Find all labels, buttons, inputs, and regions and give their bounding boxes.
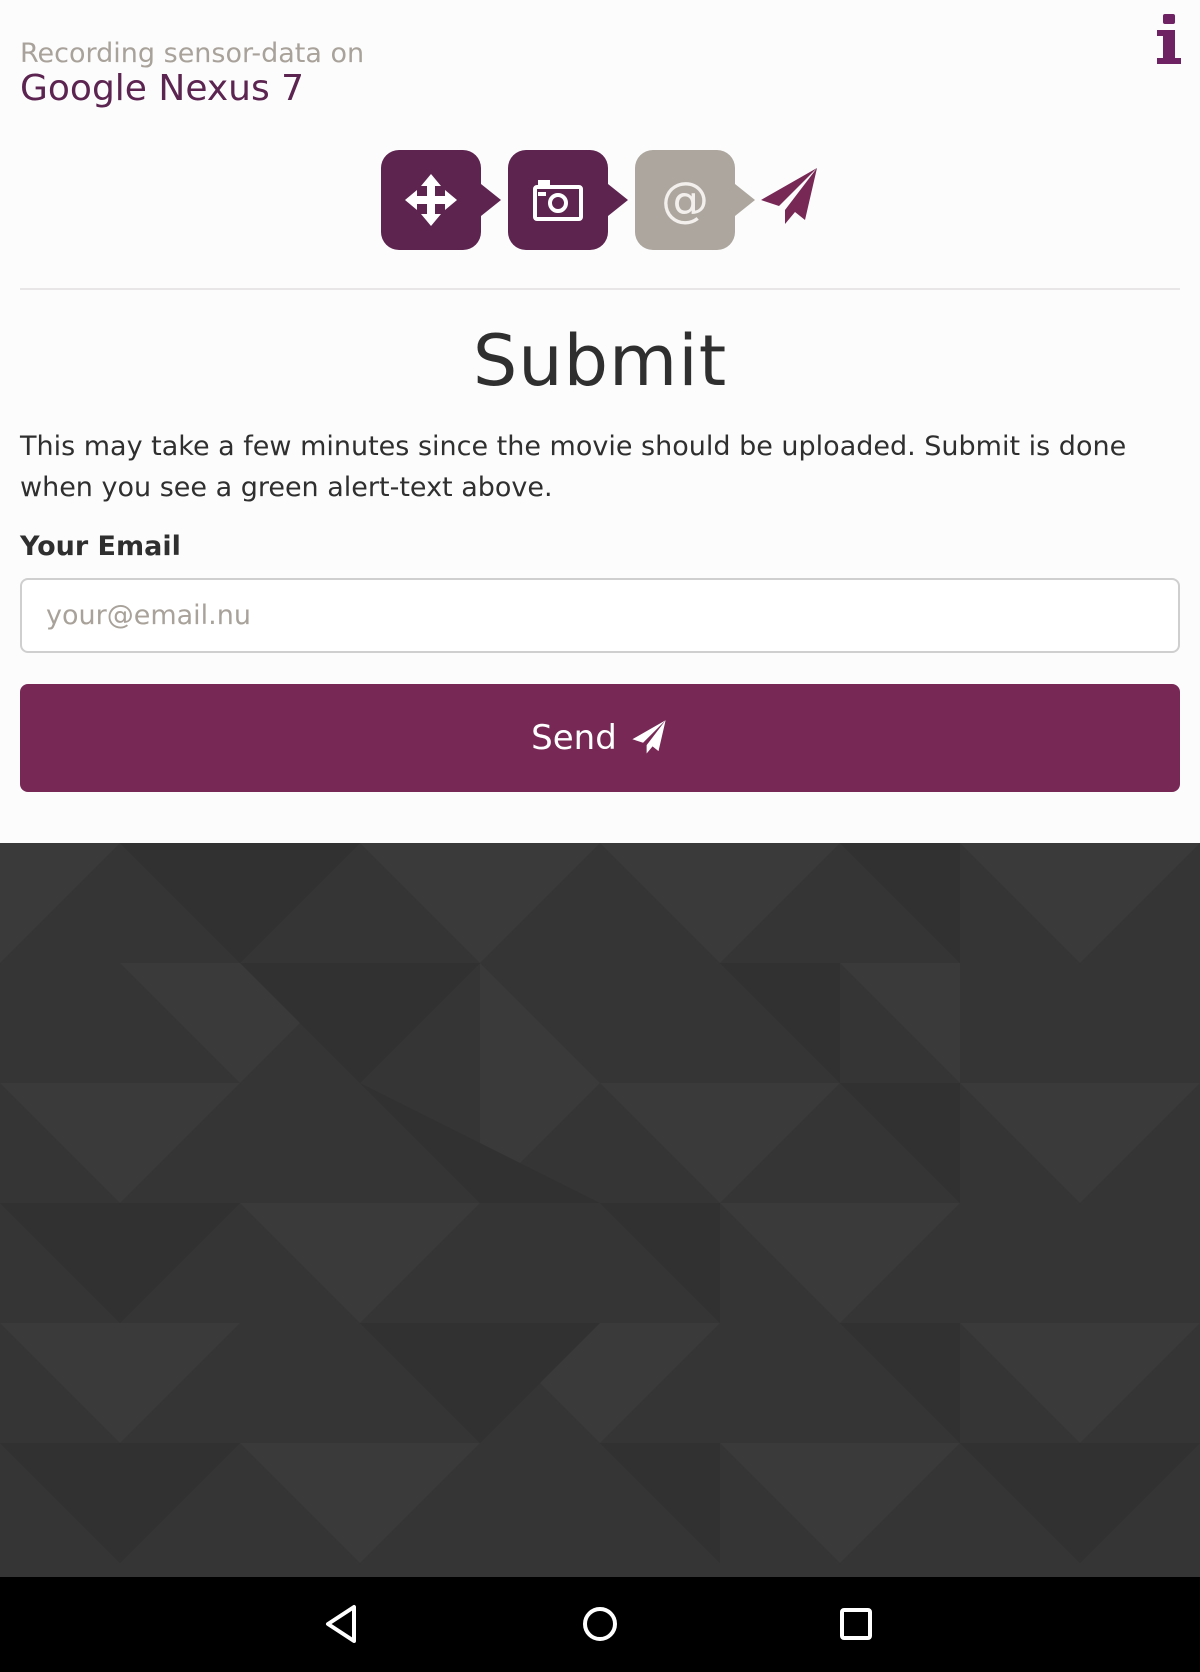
step-move — [381, 150, 481, 250]
home-icon[interactable] — [575, 1599, 625, 1649]
step-connector — [481, 184, 501, 216]
back-icon[interactable] — [318, 1599, 368, 1649]
step-email: @ — [635, 150, 735, 250]
email-label: Your Email — [20, 531, 181, 562]
at-sign-icon: @ — [661, 172, 709, 228]
divider — [20, 288, 1180, 290]
send-button-label: Send — [531, 718, 617, 758]
step-camera — [508, 150, 608, 250]
app-page: Recording sensor-data on Google Nexus 7 — [0, 0, 1200, 843]
email-field[interactable] — [20, 578, 1180, 653]
triangle-pattern — [0, 843, 1200, 1563]
paper-plane-icon — [761, 168, 817, 224]
system-nav-bar — [0, 1577, 1200, 1672]
step-connector — [735, 184, 755, 216]
device-name: Google Nexus 7 — [20, 68, 305, 109]
step-connector — [608, 184, 628, 216]
progress-steps: @ — [381, 150, 821, 250]
paper-plane-icon — [632, 720, 666, 754]
recent-apps-icon[interactable] — [831, 1599, 881, 1649]
recording-subtitle: Recording sensor-data on — [20, 38, 365, 69]
camera-icon — [533, 180, 583, 221]
move-arrows-icon — [405, 174, 457, 226]
send-button[interactable]: Send — [20, 684, 1180, 792]
background-pattern — [0, 843, 1200, 1577]
info-icon[interactable] — [1154, 12, 1184, 66]
page-title: Submit — [472, 320, 728, 402]
submit-description: This may take a few minutes since the mo… — [20, 431, 1127, 503]
